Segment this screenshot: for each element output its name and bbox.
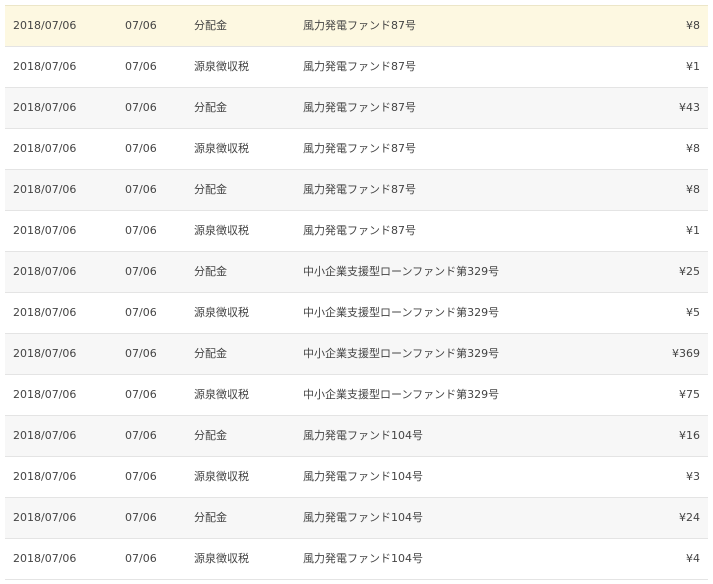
transaction-amount: ¥369 [672,347,700,360]
transaction-amount: ¥4 [686,552,700,565]
table-row[interactable]: 2018/07/06 07/06 源泉徴収税 風力発電ファンド104号 ¥3 [5,457,708,498]
table-row[interactable]: 2018/07/06 07/06 源泉徴収税 風力発電ファンド87号 ¥1 [5,47,708,88]
transaction-date: 2018/07/06 [13,388,77,401]
transaction-date: 2018/07/06 [13,60,77,73]
table-row[interactable]: 2018/07/06 07/06 源泉徴収税 風力発電ファンド104号 ¥4 [5,539,708,580]
transaction-amount: ¥16 [679,429,700,442]
fund-name: 中小企業支援型ローンファンド第329号 [303,388,500,401]
transaction-type: 源泉徴収税 [194,224,249,237]
transaction-amount: ¥1 [686,224,700,237]
table-row[interactable]: 2018/07/06 07/06 分配金 風力発電ファンド104号 ¥24 [5,498,708,539]
transaction-date: 2018/07/06 [13,511,77,524]
transaction-amount: ¥5 [686,306,700,319]
transaction-type: 源泉徴収税 [194,60,249,73]
value-date: 07/06 [125,306,157,319]
table-row[interactable]: 2018/07/06 07/06 分配金 中小企業支援型ローンファンド第329号… [5,334,708,375]
transaction-type: 分配金 [194,183,227,196]
transaction-date: 2018/07/06 [13,552,77,565]
value-date: 07/06 [125,224,157,237]
fund-name: 風力発電ファンド87号 [303,101,416,114]
transaction-amount: ¥75 [679,388,700,401]
table-row[interactable]: 2018/07/06 07/06 源泉徴収税 風力発電ファンド87号 ¥1 [5,211,708,252]
transaction-amount: ¥43 [679,101,700,114]
transaction-amount: ¥1 [686,60,700,73]
value-date: 07/06 [125,265,157,278]
transaction-type: 源泉徴収税 [194,552,249,565]
transaction-amount: ¥8 [686,19,700,32]
transaction-type: 分配金 [194,265,227,278]
table-row[interactable]: 2018/07/06 07/06 分配金 風力発電ファンド87号 ¥8 [5,170,708,211]
transaction-type: 源泉徴収税 [194,470,249,483]
fund-name: 風力発電ファンド104号 [303,470,423,483]
transaction-type: 分配金 [194,347,227,360]
fund-name: 風力発電ファンド104号 [303,511,423,524]
transaction-date: 2018/07/06 [13,19,77,32]
table-row[interactable]: 2018/07/06 07/06 源泉徴収税 中小企業支援型ローンファンド第32… [5,375,708,416]
transaction-date: 2018/07/06 [13,101,77,114]
transaction-type: 分配金 [194,101,227,114]
transaction-type: 源泉徴収税 [194,306,249,319]
transaction-date: 2018/07/06 [13,265,77,278]
transaction-date: 2018/07/06 [13,142,77,155]
table-row[interactable]: 2018/07/06 07/06 分配金 風力発電ファンド104号 ¥16 [5,416,708,457]
value-date: 07/06 [125,183,157,196]
transaction-type: 分配金 [194,19,227,32]
value-date: 07/06 [125,388,157,401]
fund-name: 風力発電ファンド87号 [303,183,416,196]
transaction-date: 2018/07/06 [13,470,77,483]
transaction-amount: ¥24 [679,511,700,524]
transaction-amount: ¥8 [686,142,700,155]
table-row[interactable]: 2018/07/06 07/06 源泉徴収税 中小企業支援型ローンファンド第32… [5,293,708,334]
transaction-type: 源泉徴収税 [194,388,249,401]
value-date: 07/06 [125,347,157,360]
table-row[interactable]: 2018/07/06 07/06 源泉徴収税 風力発電ファンド87号 ¥8 [5,129,708,170]
transaction-amount: ¥25 [679,265,700,278]
fund-name: 中小企業支援型ローンファンド第329号 [303,306,500,319]
fund-name: 中小企業支援型ローンファンド第329号 [303,265,500,278]
transaction-date: 2018/07/06 [13,224,77,237]
transaction-date: 2018/07/06 [13,429,77,442]
value-date: 07/06 [125,470,157,483]
transaction-type: 分配金 [194,511,227,524]
value-date: 07/06 [125,552,157,565]
table-row[interactable]: 2018/07/06 07/06 分配金 風力発電ファンド87号 ¥8 [5,5,708,47]
table-row[interactable]: 2018/07/06 07/06 分配金 風力発電ファンド87号 ¥43 [5,88,708,129]
transaction-date: 2018/07/06 [13,347,77,360]
transaction-type: 源泉徴収税 [194,142,249,155]
fund-name: 風力発電ファンド104号 [303,552,423,565]
fund-name: 風力発電ファンド104号 [303,429,423,442]
value-date: 07/06 [125,511,157,524]
value-date: 07/06 [125,19,157,32]
transaction-table: 2018/07/06 07/06 分配金 風力発電ファンド87号 ¥8 2018… [5,5,708,580]
fund-name: 風力発電ファンド87号 [303,224,416,237]
fund-name: 風力発電ファンド87号 [303,60,416,73]
table-row[interactable]: 2018/07/06 07/06 分配金 中小企業支援型ローンファンド第329号… [5,252,708,293]
transaction-date: 2018/07/06 [13,183,77,196]
fund-name: 風力発電ファンド87号 [303,19,416,32]
fund-name: 中小企業支援型ローンファンド第329号 [303,347,500,360]
value-date: 07/06 [125,429,157,442]
value-date: 07/06 [125,101,157,114]
transaction-type: 分配金 [194,429,227,442]
transaction-date: 2018/07/06 [13,306,77,319]
value-date: 07/06 [125,142,157,155]
transaction-amount: ¥3 [686,470,700,483]
transaction-amount: ¥8 [686,183,700,196]
value-date: 07/06 [125,60,157,73]
fund-name: 風力発電ファンド87号 [303,142,416,155]
